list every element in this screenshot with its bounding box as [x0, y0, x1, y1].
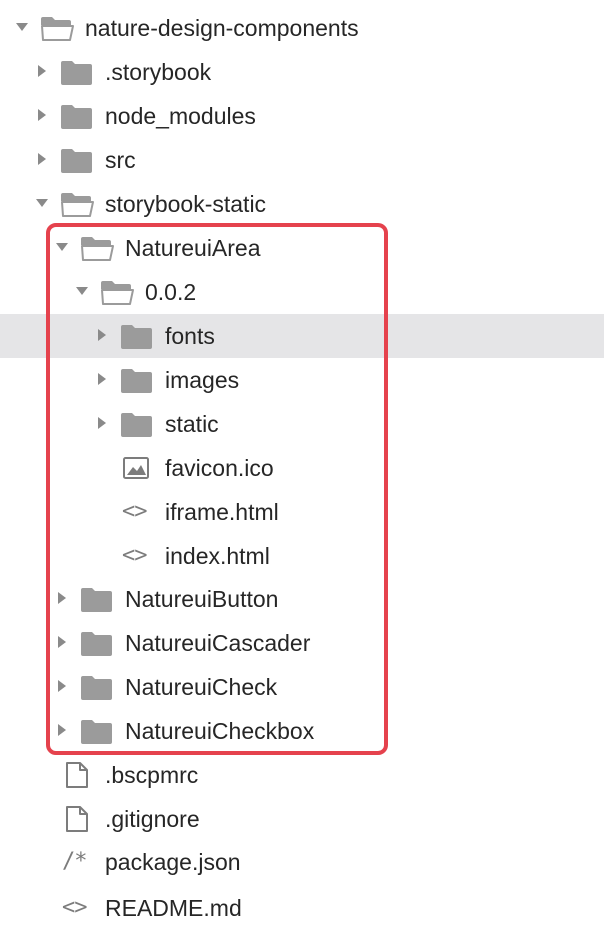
tree-item-label: package.json — [105, 849, 241, 875]
folder-open-icon — [60, 190, 94, 218]
document-icon — [60, 805, 94, 833]
folder-icon — [60, 102, 94, 130]
tree-item-package-json[interactable]: /* package.json — [0, 840, 604, 884]
tree-item-storybook-config[interactable]: .storybook — [0, 50, 604, 94]
tree-item-gitignore[interactable]: .gitignore — [0, 797, 604, 841]
tree-item-readme[interactable]: <> README.md — [0, 886, 604, 930]
tree-item-node-modules[interactable]: node_modules — [0, 94, 604, 138]
tree-item-root[interactable]: nature-design-components — [0, 6, 604, 50]
folder-icon — [60, 58, 94, 86]
tree-item-label: .storybook — [105, 59, 212, 85]
chevron-right-icon[interactable] — [34, 151, 50, 167]
tree-item-label: storybook-static — [105, 191, 267, 217]
tree-item-bscpmrc[interactable]: .bscpmrc — [0, 753, 604, 797]
tree-item-label: src — [105, 147, 136, 173]
code-file-icon: <> — [62, 895, 87, 920]
tree-item-label: README.md — [105, 895, 242, 921]
folder-icon — [60, 146, 94, 174]
chevron-down-icon[interactable] — [34, 195, 50, 211]
tree-item-label: .bscpmrc — [105, 762, 199, 788]
tree-item-label: nature-design-components — [85, 15, 359, 41]
document-icon — [60, 761, 94, 789]
chevron-right-icon[interactable] — [34, 107, 50, 123]
chevron-down-icon[interactable] — [14, 19, 30, 35]
tree-item-storybook-static[interactable]: storybook-static — [0, 182, 604, 226]
highlight-outline — [46, 223, 388, 755]
tree-item-src[interactable]: src — [0, 138, 604, 182]
tree-item-label: .gitignore — [105, 806, 200, 832]
chevron-right-icon[interactable] — [34, 63, 50, 79]
folder-open-icon — [40, 14, 74, 42]
tree-item-label: node_modules — [105, 103, 256, 129]
json-file-icon: /* — [62, 849, 87, 874]
